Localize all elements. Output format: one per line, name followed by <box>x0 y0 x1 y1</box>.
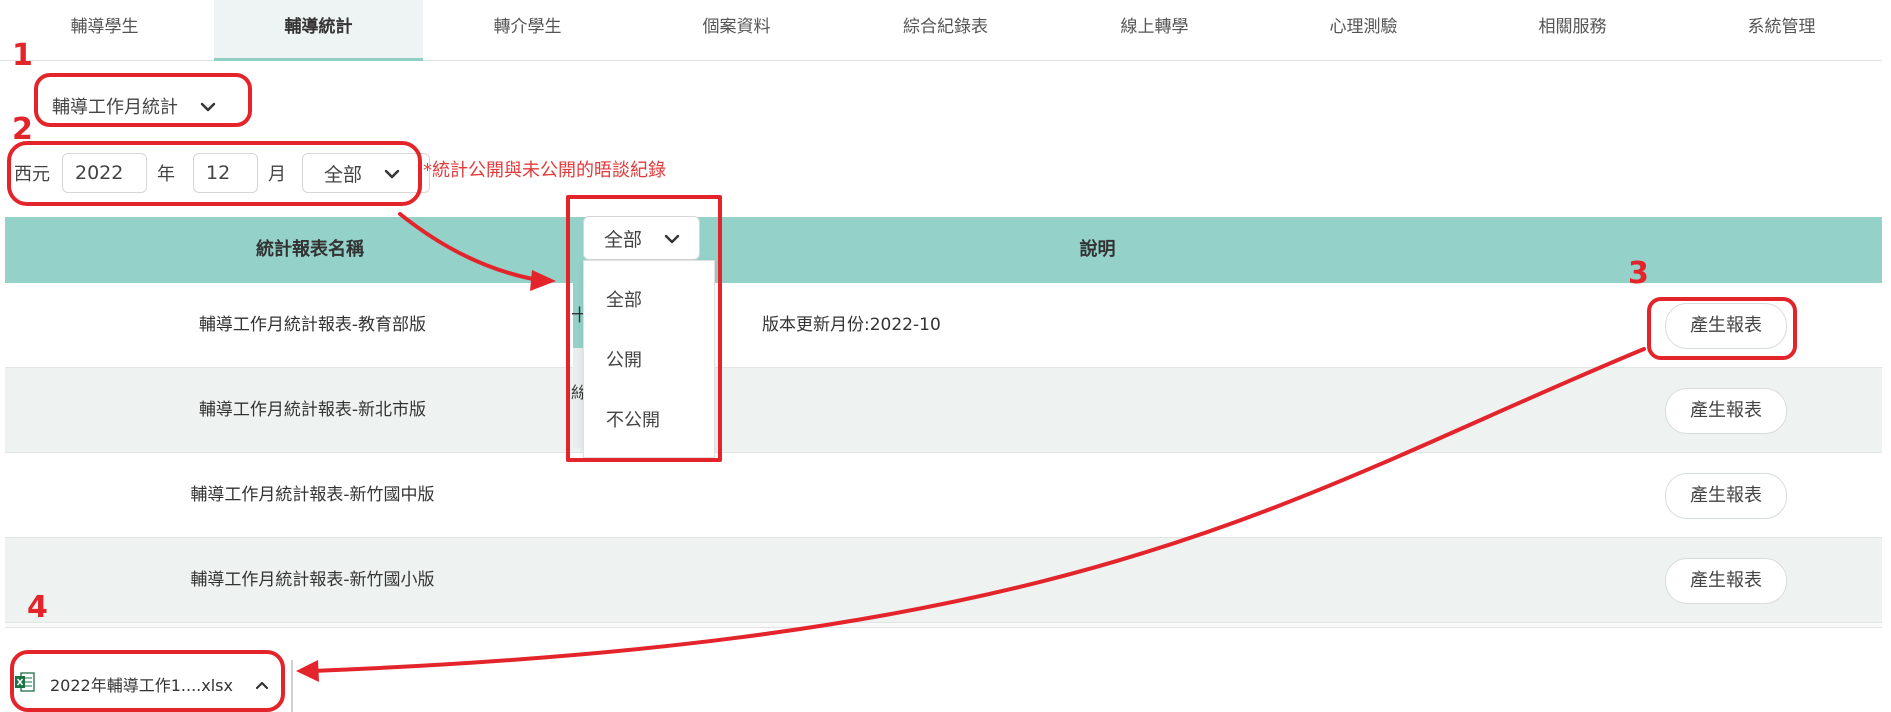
tab-counseling-statistics[interactable]: 輔導統計 <box>214 0 423 61</box>
tab-referral-students[interactable]: 轉介學生 <box>423 0 632 58</box>
step-number-2: 2 <box>12 112 33 147</box>
tab-comprehensive-record[interactable]: 綜合紀錄表 <box>841 0 1050 58</box>
table-row: 輔導工作月統計報表-新北市版 產生報表 <box>5 368 1882 453</box>
generate-report-button[interactable]: 產生報表 <box>1665 473 1787 519</box>
table-row: 輔導工作月統計報表-教育部版 版本更新月份:2022-10 產生報表 <box>5 283 1882 368</box>
tab-online-transfer[interactable]: 線上轉學 <box>1050 0 1259 58</box>
report-description: 版本更新月份:2022-10 <box>762 315 941 335</box>
step-number-3: 3 <box>1628 256 1649 291</box>
annotation-box-1 <box>34 73 252 127</box>
generate-report-button[interactable]: 產生報表 <box>1665 558 1787 604</box>
arrow-head-download <box>296 660 319 682</box>
tab-system-admin[interactable]: 系統管理 <box>1677 0 1886 58</box>
tab-case-data[interactable]: 個案資料 <box>632 0 841 58</box>
column-header-description: 說明 <box>1079 239 1116 260</box>
annotation-box-2 <box>7 141 422 206</box>
tab-related-services[interactable]: 相關服務 <box>1468 0 1677 58</box>
report-name: 輔導工作月統計報表-新竹國小版 <box>190 570 435 590</box>
page: 輔導學生 輔導統計 轉介學生 個案資料 綜合紀錄表 線上轉學 心理測驗 相關服務… <box>0 0 1891 712</box>
download-bar-divider <box>291 660 293 712</box>
column-header-name: 統計報表名稱 <box>256 239 364 260</box>
tab-psych-tests[interactable]: 心理測驗 <box>1259 0 1468 58</box>
generate-report-button[interactable]: 產生報表 <box>1665 388 1787 434</box>
download-file-name: 2022年輔導工作1....xlsx <box>50 676 233 695</box>
step-number-4: 4 <box>27 590 48 625</box>
report-table: 統計報表名稱 說明 輔導工作月統計報表-教育部版 版本更新月份:2022-10 … <box>5 217 1882 628</box>
report-name: 輔導工作月統計報表-新竹國中版 <box>190 485 435 505</box>
filter-note: *統計公開與未公開的晤談紀錄 <box>423 160 666 181</box>
excel-file-icon <box>14 671 36 697</box>
annotation-box-dropdown <box>566 195 722 462</box>
table-header: 統計報表名稱 說明 <box>5 217 1882 283</box>
chevron-up-icon[interactable] <box>255 675 269 694</box>
annotation-box-3 <box>1647 297 1797 360</box>
download-item[interactable]: 2022年輔導工作1....xlsx <box>14 664 269 704</box>
report-name: 輔導工作月統計報表-新北市版 <box>198 400 427 420</box>
top-nav: 輔導學生 輔導統計 轉介學生 個案資料 綜合紀錄表 線上轉學 心理測驗 相關服務… <box>0 0 1882 61</box>
table-row: 輔導工作月統計報表-新竹國小版 產生報表 <box>5 538 1882 623</box>
report-name: 輔導工作月統計報表-教育部版 <box>198 315 427 335</box>
table-row: 輔導工作月統計報表-新竹國中版 產生報表 <box>5 453 1882 538</box>
table-bottom-border <box>5 623 1882 628</box>
step-number-1: 1 <box>12 38 33 73</box>
